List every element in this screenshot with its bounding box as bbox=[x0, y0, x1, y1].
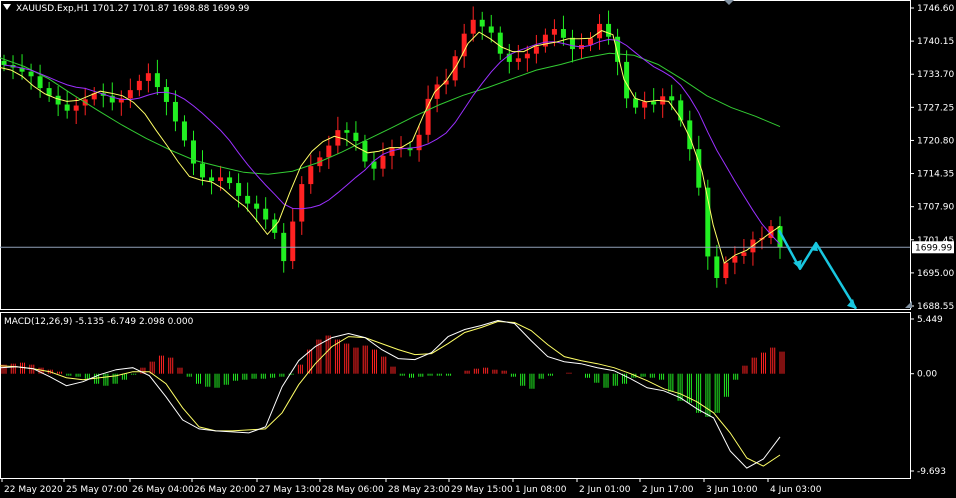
candle-body bbox=[470, 19, 476, 34]
time-tick-label: 28 May 23:00 bbox=[388, 485, 450, 495]
chart-shift-icon[interactable] bbox=[724, 0, 734, 5]
candle-body bbox=[380, 155, 386, 169]
candle-body bbox=[200, 163, 206, 178]
chart-title-text: XAUUSD.Exp,H1 1701.27 1701.87 1698.88 16… bbox=[16, 4, 250, 14]
candle-body bbox=[524, 53, 530, 59]
time-tick-label: 26 May 04:00 bbox=[132, 485, 194, 495]
candle-body bbox=[290, 221, 296, 262]
forecast-arrow bbox=[777, 229, 858, 310]
macd-tick-label: -9.693 bbox=[917, 467, 946, 477]
candle-body bbox=[551, 29, 557, 35]
current-price-label: 1699.99 bbox=[915, 243, 952, 253]
time-tick-label: 3 Jun 10:00 bbox=[706, 485, 758, 495]
candle-body bbox=[227, 177, 233, 184]
candle-body bbox=[37, 76, 43, 89]
candle-body bbox=[633, 98, 639, 108]
macd-lines bbox=[0, 319, 781, 469]
price-tick-label: 1720.80 bbox=[917, 136, 954, 146]
candle-body bbox=[55, 95, 61, 105]
price-tick-label: 1740.15 bbox=[917, 37, 954, 47]
candle-body bbox=[163, 87, 169, 102]
candle-body bbox=[326, 145, 332, 158]
time-tick-label: 4 Jun 03:00 bbox=[770, 485, 822, 495]
candle-body bbox=[1, 60, 7, 65]
candle-body bbox=[669, 96, 675, 101]
candle-body bbox=[28, 71, 34, 77]
candle-body bbox=[308, 166, 314, 185]
price-tick-label: 1688.55 bbox=[917, 302, 954, 312]
candle-body bbox=[416, 134, 422, 151]
candle-body bbox=[353, 132, 359, 141]
candle-body bbox=[299, 184, 305, 222]
trading-chart: 1746.60 1740.15 1733.70 1727.25 1720.80 1714.… bbox=[0, 0, 954, 495]
candle-body bbox=[560, 29, 566, 38]
candle-body bbox=[588, 38, 594, 45]
candle-body bbox=[515, 58, 521, 62]
time-tick-label: 1 Jun 08:00 bbox=[515, 485, 567, 495]
candle-body bbox=[569, 37, 575, 50]
candle-body bbox=[254, 203, 260, 209]
time-tick-label: 22 May 2020 bbox=[4, 485, 63, 495]
price-panel-frame bbox=[0, 0, 911, 310]
macd-tick-label: 5.449 bbox=[917, 315, 943, 325]
time-tick-label: 29 May 15:00 bbox=[451, 485, 513, 495]
current-price-tag: 1699.99 bbox=[912, 241, 954, 254]
price-tick-label: 1714.35 bbox=[917, 170, 954, 180]
candle-body bbox=[344, 130, 350, 133]
ma-fast-line bbox=[0, 30, 781, 264]
candle-body bbox=[651, 101, 657, 105]
candle-body bbox=[245, 195, 251, 204]
price-tick-label: 1746.60 bbox=[917, 4, 954, 14]
forecast-arrow-path bbox=[777, 229, 858, 310]
price-tick-label: 1733.70 bbox=[917, 70, 954, 80]
candle-body bbox=[136, 80, 142, 91]
price-tick-label: 1707.90 bbox=[917, 203, 954, 213]
scale-fix-icon[interactable] bbox=[905, 301, 912, 308]
candle-body bbox=[64, 104, 70, 111]
candle-body bbox=[218, 177, 224, 181]
candle-body bbox=[73, 105, 79, 111]
candle-body bbox=[533, 46, 539, 54]
candle-body bbox=[209, 177, 215, 181]
time-axis: 22 May 2020 25 May 07:00 26 May 04:00 26 Ma… bbox=[1, 478, 822, 495]
macd-title: MACD(12,26,9) -5.135 -6.749 2.098 0.000 bbox=[4, 317, 194, 327]
time-tick-label: 26 May 20:00 bbox=[194, 485, 256, 495]
time-tick-label: 2 Jun 01:00 bbox=[579, 485, 631, 495]
time-tick-label: 27 May 13:00 bbox=[259, 485, 321, 495]
candle-body bbox=[263, 208, 269, 220]
moving-averages bbox=[0, 30, 781, 264]
collapse-triangle-icon[interactable] bbox=[3, 4, 11, 10]
candle-body bbox=[678, 100, 684, 121]
price-tick-label: 1727.25 bbox=[917, 103, 954, 113]
time-tick-label: 25 May 07:00 bbox=[66, 485, 128, 495]
candle-body bbox=[488, 26, 494, 33]
candle-body bbox=[714, 256, 720, 279]
macd-main-line bbox=[0, 319, 781, 469]
candle-body bbox=[145, 73, 151, 81]
macd-panel-frame bbox=[0, 312, 911, 479]
candle-body bbox=[479, 19, 485, 27]
candle-body bbox=[606, 23, 612, 37]
macd-tick-label: 0.00 bbox=[917, 370, 937, 380]
candle-body bbox=[127, 90, 133, 99]
candle-body bbox=[497, 32, 503, 54]
candle-body bbox=[154, 73, 160, 88]
candle-body bbox=[723, 262, 729, 279]
price-y-axis: 1746.60 1740.15 1733.70 1727.25 1720.80 1714.… bbox=[910, 4, 954, 312]
price-tick-label: 1695.00 bbox=[917, 269, 954, 279]
candle-body bbox=[461, 33, 467, 57]
candle-body bbox=[425, 98, 431, 135]
time-tick-label: 2 Jun 17:00 bbox=[642, 485, 694, 495]
candle-body bbox=[236, 183, 242, 196]
chart-title: XAUUSD.Exp,H1 1701.27 1701.87 1698.88 16… bbox=[3, 4, 250, 14]
macd-y-axis: 5.449 0.00 -9.693 bbox=[910, 315, 946, 477]
macd-signal-line bbox=[0, 320, 781, 467]
candle-body bbox=[181, 121, 187, 141]
candle-body bbox=[172, 101, 178, 122]
candle-body bbox=[741, 252, 747, 256]
time-tick-label: 28 May 06:00 bbox=[322, 485, 384, 495]
